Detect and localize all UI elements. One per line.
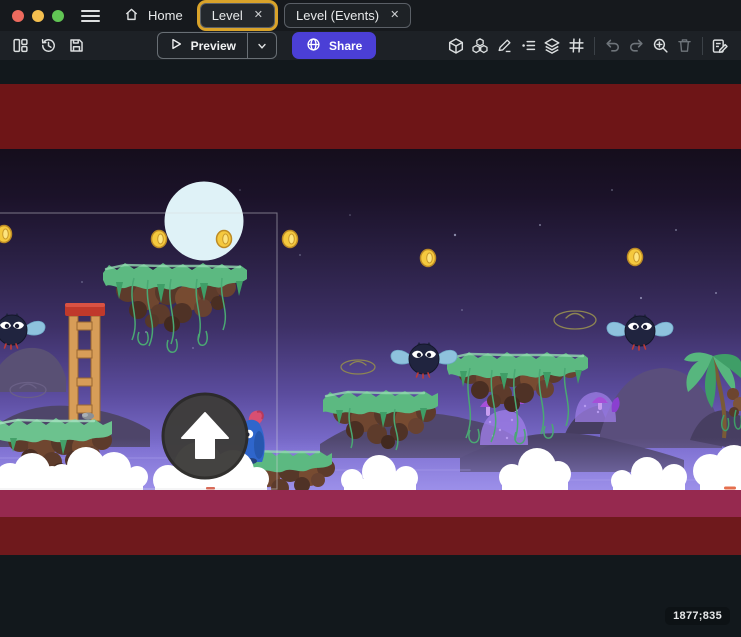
close-window-button[interactable] xyxy=(12,10,24,22)
preview-button-group: Preview xyxy=(157,32,277,59)
titlebar: Home Level ✕ Level (Events) ✕ xyxy=(0,0,741,31)
coin[interactable] xyxy=(283,231,298,248)
scene-editor-canvas[interactable]: 1877;835 xyxy=(0,60,741,637)
accent xyxy=(724,487,736,490)
tab-level[interactable]: Level ✕ xyxy=(200,3,275,28)
coin[interactable] xyxy=(152,231,167,248)
moon[interactable] xyxy=(165,182,244,261)
lava-band[interactable] xyxy=(0,490,741,517)
home-icon xyxy=(124,7,139,25)
top-lava-band[interactable] xyxy=(0,84,741,149)
preview-button[interactable]: Preview xyxy=(158,37,247,54)
edit-scene-icon[interactable] xyxy=(709,34,732,57)
tab-level-label: Level xyxy=(212,8,243,23)
undo-icon[interactable] xyxy=(601,34,624,57)
grid-icon[interactable] xyxy=(565,34,588,57)
toolbar: Preview Share xyxy=(0,31,741,60)
save-icon[interactable] xyxy=(65,34,88,57)
cursor-coordinates: 1877;835 xyxy=(665,607,730,625)
toolbar-left-group xyxy=(9,34,88,57)
preview-button-label: Preview xyxy=(191,39,236,53)
tab-level-events[interactable]: Level (Events) ✕ xyxy=(284,3,411,28)
coin[interactable] xyxy=(0,226,12,243)
panels-icon[interactable] xyxy=(9,34,32,57)
toolbar-right-group xyxy=(445,34,732,57)
lower-band[interactable] xyxy=(0,517,741,555)
globe-icon xyxy=(306,37,321,55)
pencil-icon[interactable] xyxy=(493,34,516,57)
coin[interactable] xyxy=(217,231,232,248)
divider xyxy=(594,37,595,55)
game-scene[interactable] xyxy=(0,60,741,637)
tab-home[interactable]: Home xyxy=(116,7,191,25)
instances-list-icon[interactable] xyxy=(517,34,540,57)
play-icon xyxy=(169,37,183,54)
traffic-lights xyxy=(12,10,64,22)
editor-tabs: Home Level ✕ Level (Events) ✕ xyxy=(116,3,411,28)
app-window: Home Level ✕ Level (Events) ✕ xyxy=(0,0,741,637)
coin[interactable] xyxy=(421,250,436,267)
close-tab-icon[interactable]: ✕ xyxy=(254,10,263,21)
redo-icon[interactable] xyxy=(625,34,648,57)
object-groups-icon[interactable] xyxy=(469,34,492,57)
zoom-in-icon[interactable] xyxy=(649,34,672,57)
share-button-label: Share xyxy=(329,39,362,53)
trash-icon[interactable] xyxy=(673,34,696,57)
divider xyxy=(702,37,703,55)
close-tab-icon[interactable]: ✕ xyxy=(390,10,399,21)
accent xyxy=(206,487,215,490)
history-icon[interactable] xyxy=(37,34,60,57)
hamburger-menu-icon[interactable] xyxy=(81,9,100,23)
zoom-window-button[interactable] xyxy=(52,10,64,22)
share-button[interactable]: Share xyxy=(292,32,376,59)
jump-button-overlay[interactable] xyxy=(163,394,247,478)
coin[interactable] xyxy=(628,249,643,266)
tab-home-label: Home xyxy=(148,8,183,23)
object-icon[interactable] xyxy=(445,34,468,57)
minimize-window-button[interactable] xyxy=(32,10,44,22)
editor-background-bottom xyxy=(0,555,741,637)
preview-options-button[interactable] xyxy=(248,40,276,52)
layers-icon[interactable] xyxy=(541,34,564,57)
tab-level-events-label: Level (Events) xyxy=(296,8,379,23)
